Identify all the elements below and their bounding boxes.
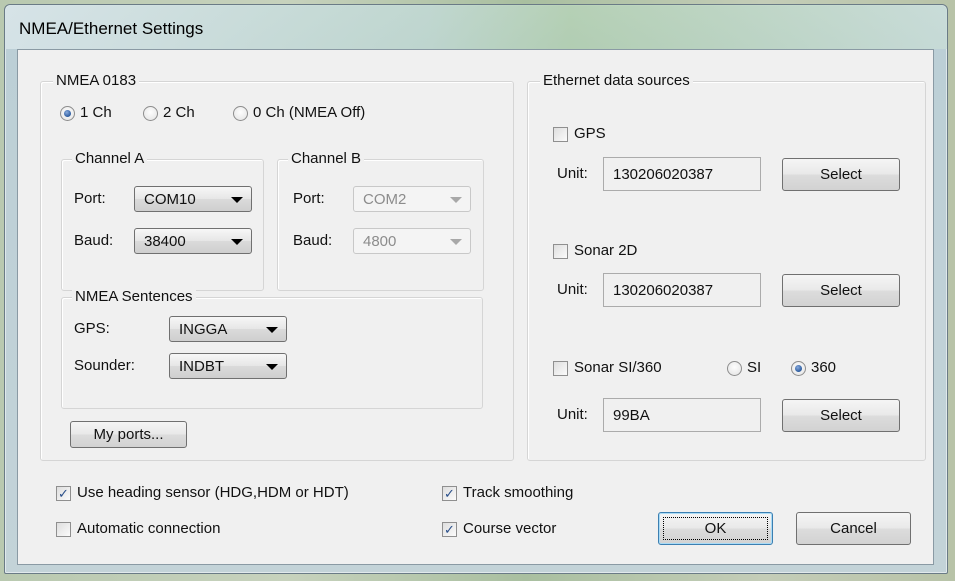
gps-checkbox[interactable] (553, 127, 568, 142)
gps-select-button-label: Select (820, 166, 862, 183)
sonar-si-360-select-button-label: Select (820, 407, 862, 424)
dialog-title: NMEA/Ethernet Settings (19, 19, 204, 38)
cancel-button[interactable]: Cancel (796, 512, 911, 545)
sounder-sentence-select[interactable]: INDBT (169, 353, 287, 379)
sonar-2d-unit-field[interactable]: 130206020387 (603, 273, 761, 307)
sonar-si-360-select-button[interactable]: Select (782, 399, 900, 432)
sounder-sentence-label: Sounder: (74, 357, 135, 374)
sonar-si-360-unit-value: 99BA (613, 407, 650, 424)
course-vector-label[interactable]: Course vector (463, 520, 556, 538)
radio-360[interactable] (791, 361, 806, 376)
sounder-sentence-value: INDBT (179, 358, 224, 375)
my-ports-button[interactable]: My ports... (70, 421, 187, 448)
channel-a-port-select[interactable]: COM10 (134, 186, 252, 212)
chevron-down-icon (450, 197, 462, 203)
radio-1ch-label[interactable]: 1 Ch (80, 104, 112, 122)
ok-button[interactable]: OK (658, 512, 773, 545)
ethernet-sources-group-label: Ethernet data sources (540, 72, 693, 90)
channel-b-baud-label: Baud: (293, 232, 333, 249)
track-smoothing-checkbox[interactable]: ✓ (442, 486, 457, 501)
channel-a-baud-select[interactable]: 38400 (134, 228, 252, 254)
channel-b-baud-select[interactable]: 4800 (353, 228, 471, 254)
gps-unit-label: Unit: (557, 165, 588, 182)
dialog-client-area: NMEA 0183 1 Ch 2 Ch 0 Ch (NMEA Off) Chan… (17, 49, 934, 565)
radio-si[interactable] (727, 361, 742, 376)
nmea-sentences-group: NMEA Sentences GPS: INGGA Sounder: INDBT (61, 288, 483, 409)
gps-sentence-select[interactable]: INGGA (169, 316, 287, 342)
gps-unit-field[interactable]: 130206020387 (603, 157, 761, 191)
gps-select-button[interactable]: Select (782, 158, 900, 191)
radio-0ch-label[interactable]: 0 Ch (NMEA Off) (253, 104, 365, 122)
course-vector-checkbox[interactable]: ✓ (442, 522, 457, 537)
gps-unit-value: 130206020387 (613, 166, 714, 183)
channel-a-port-label: Port: (74, 190, 106, 207)
channel-a-baud-label: Baud: (74, 232, 114, 249)
sonar-2d-select-button[interactable]: Select (782, 274, 900, 307)
my-ports-button-label: My ports... (93, 426, 164, 443)
ethernet-sources-group: Ethernet data sources GPS Unit: 13020602… (527, 72, 926, 461)
automatic-connection-label[interactable]: Automatic connection (77, 520, 220, 538)
radio-1ch[interactable] (60, 106, 75, 121)
sonar-2d-unit-value: 130206020387 (613, 282, 714, 299)
sonar-2d-checkbox-label[interactable]: Sonar 2D (574, 242, 637, 260)
sonar-si-360-checkbox-label[interactable]: Sonar SI/360 (574, 359, 662, 377)
channel-a-group: Channel A Port: COM10 Baud: 38400 (61, 150, 264, 291)
track-smoothing-label[interactable]: Track smoothing (463, 484, 573, 502)
channel-a-label: Channel A (72, 150, 148, 168)
settings-dialog: NMEA/Ethernet Settings NMEA 0183 1 Ch 2 … (4, 4, 948, 574)
radio-si-label[interactable]: SI (747, 359, 761, 377)
gps-checkbox-label[interactable]: GPS (574, 125, 606, 143)
ok-focus-rect (663, 517, 768, 540)
channel-b-label: Channel B (288, 150, 365, 168)
channel-b-group: Channel B Port: COM2 Baud: 4800 (277, 150, 484, 291)
heading-sensor-label[interactable]: Use heading sensor (HDG,HDM or HDT) (77, 484, 349, 502)
sonar-si-360-unit-field[interactable]: 99BA (603, 398, 761, 432)
automatic-connection-checkbox[interactable] (56, 522, 71, 537)
sonar-2d-unit-label: Unit: (557, 281, 588, 298)
sonar-si-360-checkbox[interactable] (553, 361, 568, 376)
chevron-down-icon (231, 239, 243, 245)
sonar-si-360-unit-label: Unit: (557, 406, 588, 423)
radio-360-label[interactable]: 360 (811, 359, 836, 377)
channel-b-baud-value: 4800 (363, 233, 397, 250)
radio-2ch-label[interactable]: 2 Ch (163, 104, 195, 122)
chevron-down-icon (450, 239, 462, 245)
chevron-down-icon (266, 364, 278, 370)
radio-2ch[interactable] (143, 106, 158, 121)
cancel-button-label: Cancel (830, 520, 877, 537)
gps-sentence-label: GPS: (74, 320, 110, 337)
channel-b-port-select[interactable]: COM2 (353, 186, 471, 212)
heading-sensor-checkbox[interactable]: ✓ (56, 486, 71, 501)
channel-b-port-label: Port: (293, 190, 325, 207)
chevron-down-icon (266, 327, 278, 333)
sonar-2d-checkbox[interactable] (553, 244, 568, 259)
nmea-0183-group: NMEA 0183 1 Ch 2 Ch 0 Ch (NMEA Off) Chan… (40, 72, 514, 461)
gps-sentence-value: INGGA (179, 321, 228, 338)
radio-0ch[interactable] (233, 106, 248, 121)
nmea-sentences-label: NMEA Sentences (72, 288, 196, 306)
channel-b-port-value: COM2 (363, 191, 407, 208)
channel-a-baud-value: 38400 (144, 233, 186, 250)
nmea-0183-group-label: NMEA 0183 (53, 72, 140, 90)
chevron-down-icon (231, 197, 243, 203)
channel-a-port-value: COM10 (144, 191, 196, 208)
sonar-2d-select-button-label: Select (820, 282, 862, 299)
title-bar[interactable]: NMEA/Ethernet Settings (5, 5, 947, 49)
